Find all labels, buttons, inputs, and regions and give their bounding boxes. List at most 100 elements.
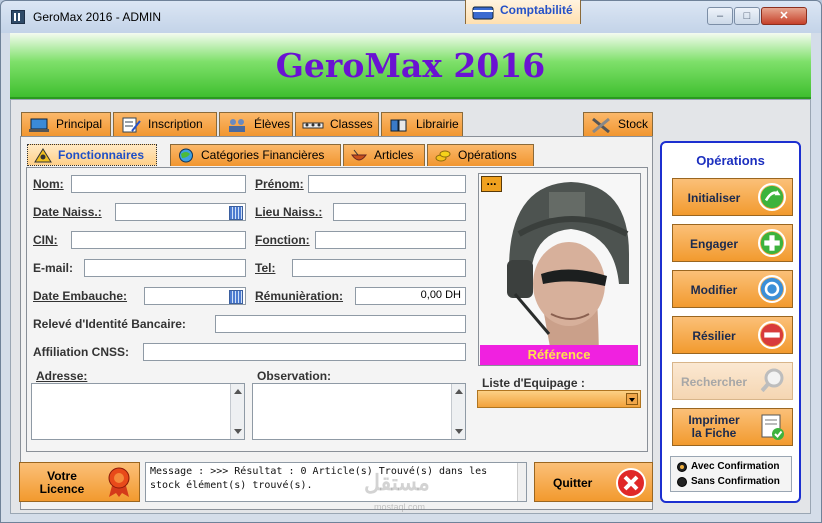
- licence-label: Votre Licence: [34, 470, 90, 496]
- worker-icon: [34, 148, 52, 163]
- photo-browse-button[interactable]: ...: [481, 175, 502, 192]
- date-naiss-field[interactable]: [115, 203, 246, 221]
- licence-label-line1: Votre: [47, 469, 77, 483]
- date-naiss-label: Date Naiss.:: [33, 205, 102, 219]
- tab-label: Élèves: [254, 117, 291, 131]
- rechercher-button[interactable]: Rechercher: [672, 362, 793, 400]
- resilier-button[interactable]: Résilier: [672, 316, 793, 354]
- prenom-field[interactable]: [308, 175, 466, 193]
- document-check-icon: [761, 414, 784, 440]
- plus-icon: [758, 229, 786, 257]
- observation-textarea[interactable]: [252, 383, 466, 440]
- maximize-button[interactable]: □: [734, 7, 760, 25]
- close-button[interactable]: ✕: [761, 7, 807, 25]
- books-icon: [390, 119, 407, 132]
- magnifier-icon: [759, 368, 784, 394]
- tel-field[interactable]: [292, 259, 466, 277]
- imprimer-fiche-button[interactable]: Imprimer la Fiche: [672, 408, 793, 446]
- arrow-icon: [758, 183, 786, 211]
- laptop-icon: [29, 118, 49, 132]
- tab-label: Librairie: [416, 117, 459, 131]
- tab-eleves[interactable]: Élèves: [219, 112, 293, 136]
- quitter-label: Quitter: [553, 476, 593, 490]
- adresse-scrollbar[interactable]: [230, 384, 244, 439]
- tab-librairie[interactable]: Librairie: [381, 112, 463, 136]
- radio-selected-icon[interactable]: [677, 462, 687, 472]
- bowl-icon: [351, 149, 367, 161]
- employee-photo: ...: [478, 173, 641, 366]
- tab-classes[interactable]: Classes: [295, 112, 379, 136]
- button-label: Rechercher: [680, 375, 748, 389]
- initialiser-button[interactable]: Initialiser: [672, 178, 793, 216]
- subtab-fonctionnaires[interactable]: Fonctionnaires: [27, 144, 157, 166]
- watermark-logo: مستقل: [364, 470, 430, 495]
- operations-title: Opérations: [696, 153, 765, 168]
- tab-stock[interactable]: Stock: [583, 112, 653, 136]
- email-label: E-mail:: [33, 261, 74, 275]
- reference-label: Référence: [480, 345, 638, 365]
- equipage-label: Liste d'Equipage :: [482, 376, 585, 390]
- chevron-down-icon[interactable]: [626, 393, 638, 405]
- close-icon: [616, 468, 646, 498]
- cin-label: CIN:: [33, 233, 58, 247]
- radio-icon[interactable]: [677, 477, 687, 487]
- coins-icon: [435, 150, 451, 162]
- minimize-button[interactable]: –: [707, 7, 733, 25]
- tab-principal[interactable]: Principal: [21, 112, 111, 136]
- tab-comptabilite[interactable]: Comptabilité: [465, 0, 581, 24]
- cnss-label: Affiliation CNSS:: [33, 345, 129, 359]
- cnss-field[interactable]: [143, 343, 466, 361]
- button-label-line2: la Fiche: [691, 426, 737, 440]
- tab-label: Classes: [330, 117, 373, 131]
- remuneration-label: Rémunièration:: [255, 289, 344, 303]
- message-text: Message : >>> Résultat : 0 Article(s) Tr…: [150, 466, 488, 491]
- tel-label: Tel:: [255, 261, 276, 275]
- button-label: Imprimer la Fiche: [673, 414, 755, 440]
- rib-field[interactable]: [215, 315, 466, 333]
- lieu-naiss-label: Lieu Naiss.:: [255, 205, 323, 219]
- tab-label: Stock: [618, 117, 649, 131]
- fonction-label: Fonction:: [255, 233, 310, 247]
- remuneration-field[interactable]: 0,00 DH: [355, 287, 466, 305]
- message-scrollbar[interactable]: [517, 463, 526, 501]
- app-banner: GeroMax 2016: [10, 33, 811, 99]
- banner-title: GeroMax 2016: [275, 46, 546, 85]
- quitter-button[interactable]: Quitter: [534, 462, 653, 502]
- award-ribbon-icon: [108, 467, 130, 497]
- scroll-up-icon[interactable]: [455, 389, 463, 394]
- licence-button[interactable]: Votre Licence: [19, 462, 140, 502]
- fonction-field[interactable]: [315, 231, 466, 249]
- lieu-naiss-field[interactable]: [333, 203, 466, 221]
- scroll-down-icon[interactable]: [455, 429, 463, 434]
- nom-label: Nom:: [33, 177, 64, 191]
- date-embauche-field[interactable]: [144, 287, 246, 305]
- button-label-line1: Imprimer: [688, 413, 740, 427]
- engager-button[interactable]: Engager: [672, 224, 793, 262]
- date-embauche-label: Date Embauche:: [33, 289, 128, 303]
- scroll-up-icon[interactable]: [234, 389, 242, 394]
- subtab-label: Opérations: [458, 148, 517, 162]
- operations-panel: Opérations Initialiser Engager Modifier …: [660, 141, 801, 503]
- subtab-operations[interactable]: Opérations: [427, 144, 534, 166]
- tab-inscription[interactable]: Inscription: [113, 112, 217, 136]
- observation-label: Observation:: [257, 369, 332, 383]
- rib-label: Relevé d'Identité Bancaire:: [33, 317, 186, 331]
- radio-label: Sans Confirmation: [691, 476, 780, 487]
- window-title: GeroMax 2016 - ADMIN: [33, 10, 162, 24]
- email-field[interactable]: [84, 259, 246, 277]
- observation-scrollbar[interactable]: [451, 384, 465, 439]
- subtab-articles[interactable]: Articles: [343, 144, 425, 166]
- subtab-categories[interactable]: Catégories Financières: [170, 144, 341, 166]
- scroll-down-icon[interactable]: [234, 429, 242, 434]
- globe-icon: [179, 148, 193, 163]
- button-label: Modifier: [690, 283, 738, 297]
- tab-label: Inscription: [148, 117, 203, 131]
- modifier-button[interactable]: Modifier: [672, 270, 793, 308]
- credit-card-icon: [472, 6, 494, 20]
- students-icon: [229, 119, 245, 132]
- adresse-textarea[interactable]: [31, 383, 245, 440]
- nom-field[interactable]: [71, 175, 246, 193]
- cin-field[interactable]: [71, 231, 246, 249]
- equipage-select[interactable]: [477, 390, 641, 408]
- confirmation-options: Avec Confirmation Sans Confirmation: [670, 456, 792, 492]
